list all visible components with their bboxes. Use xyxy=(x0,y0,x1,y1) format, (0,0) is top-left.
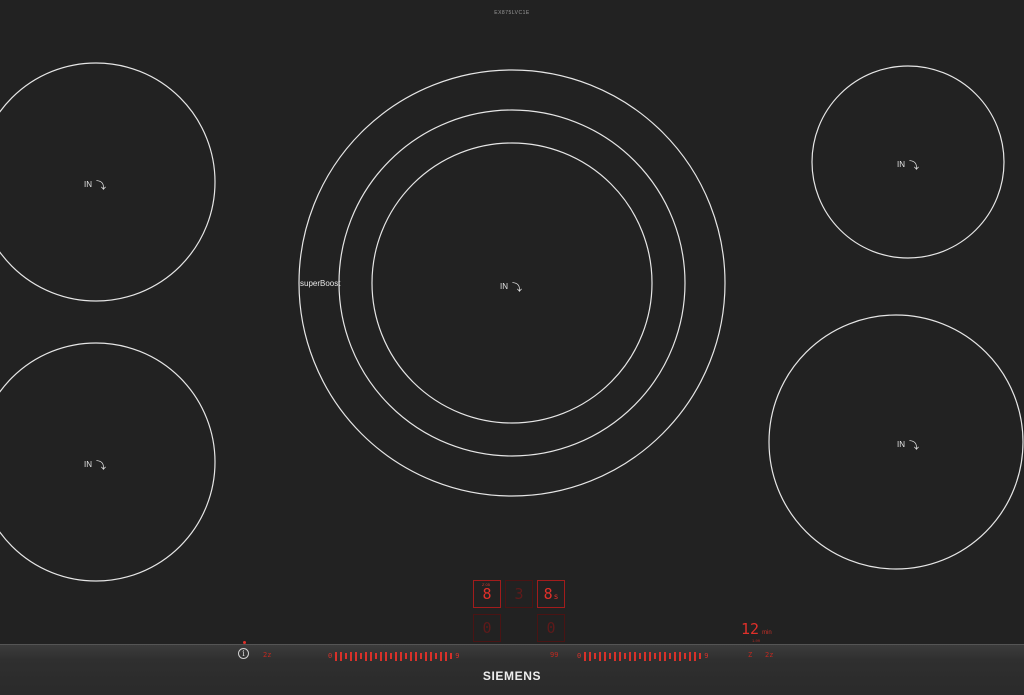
pan-detect-icon: ⤵ xyxy=(96,461,106,472)
pan-detect-icon: ⤵ xyxy=(909,441,919,452)
slider-tick xyxy=(400,651,403,661)
slider-tick xyxy=(634,651,637,661)
slider-ticks xyxy=(584,651,702,661)
power-display-left-lower: 0 xyxy=(473,614,501,642)
slider-tick xyxy=(450,653,453,659)
pan-detect-icon: ⤵ xyxy=(909,161,919,172)
right-small-control-a[interactable]: Z xyxy=(748,651,752,659)
right-power-slider[interactable]: 0 9 xyxy=(574,650,711,662)
power-display-middle: 3 xyxy=(505,580,533,608)
slider-tick xyxy=(654,653,657,659)
slider-tick xyxy=(604,651,607,661)
zone-label-text: IN xyxy=(500,282,508,291)
slider-tick xyxy=(599,651,602,661)
slider-tick xyxy=(395,651,398,661)
left-power-slider[interactable]: 0 9 xyxy=(325,650,462,662)
slider-tick xyxy=(385,651,388,661)
slider-tick xyxy=(415,651,418,661)
right-small-control-b[interactable]: 2z xyxy=(765,651,773,659)
slider-tick xyxy=(355,651,358,661)
slider-tick xyxy=(639,653,642,659)
slider-tick xyxy=(390,653,393,659)
slider-min-label: 0 xyxy=(328,652,333,660)
slider-tick xyxy=(345,653,348,659)
slider-tick xyxy=(674,651,677,661)
zone-ring-rear-left[interactable] xyxy=(0,62,216,302)
power-display-right: 8s xyxy=(537,580,565,608)
power-display-left: 8 xyxy=(473,580,501,608)
slider-max-label: 9 xyxy=(704,652,709,660)
slider-tick xyxy=(365,651,368,661)
slider-tick xyxy=(350,651,353,661)
slider-tick xyxy=(669,653,672,659)
slider-tick xyxy=(644,651,647,661)
slider-tick xyxy=(445,651,448,661)
zone-label-rear-right: IN ⤵ xyxy=(897,157,919,172)
slider-min-label: 0 xyxy=(577,652,582,660)
slider-ticks xyxy=(335,651,453,661)
slider-tick xyxy=(664,651,667,661)
zone-label-front-right: IN ⤵ xyxy=(897,437,919,452)
slider-tick xyxy=(335,651,338,661)
zone-ring-front-left[interactable] xyxy=(0,342,216,582)
info-indicator-dot xyxy=(243,641,246,644)
slider-tick xyxy=(360,653,363,659)
slider-tick xyxy=(410,651,413,661)
slider-tick xyxy=(370,651,373,661)
cooktop-surface: EX875LVC1E IN ⤵ IN ⤵ IN ⤵ IN ⤵ IN ⤵ supe… xyxy=(0,0,1024,695)
slider-tick xyxy=(649,651,652,661)
slider-tick xyxy=(614,651,617,661)
slider-tick xyxy=(420,653,423,659)
superboost-label: superBoost xyxy=(300,279,341,288)
slider-tick xyxy=(689,651,692,661)
middle-small-control[interactable]: 99 xyxy=(550,651,558,659)
slider-tick xyxy=(594,653,597,659)
zone-label-front-left: IN ⤵ xyxy=(84,457,106,472)
timer-range: 1-99 xyxy=(752,638,761,643)
timer-display: 12 min xyxy=(741,620,772,638)
slider-tick xyxy=(375,653,378,659)
slider-tick xyxy=(624,653,627,659)
zone-ring-front-right[interactable] xyxy=(768,314,1024,570)
zone-label-text: IN xyxy=(897,160,905,169)
slider-tick xyxy=(380,651,383,661)
slider-tick xyxy=(629,651,632,661)
slider-tick xyxy=(679,651,682,661)
slider-tick xyxy=(340,651,343,661)
display-suffix: s xyxy=(553,592,559,601)
left-small-control[interactable]: 2z xyxy=(263,651,271,659)
info-button[interactable]: i xyxy=(238,648,249,659)
slider-tick xyxy=(435,653,438,659)
slider-tick xyxy=(584,651,587,661)
zone-label-center: IN ⤵ xyxy=(500,279,522,294)
slider-tick xyxy=(684,653,687,659)
slider-tick xyxy=(694,651,697,661)
slider-tick xyxy=(405,653,408,659)
slider-tick xyxy=(659,651,662,661)
brand-logo: SIEMENS xyxy=(482,669,542,683)
zone-label-text: IN xyxy=(897,440,905,449)
zone-label-text: IN xyxy=(84,180,92,189)
power-display-right-lower: 0 xyxy=(537,614,565,642)
timer-unit: min xyxy=(762,630,772,636)
slider-tick xyxy=(609,653,612,659)
slider-tick xyxy=(430,651,433,661)
zone-label-rear-left: IN ⤵ xyxy=(84,177,106,192)
pan-detect-icon: ⤵ xyxy=(96,181,106,192)
slider-tick xyxy=(619,651,622,661)
slider-tick xyxy=(699,653,702,659)
slider-tick xyxy=(425,651,428,661)
slider-tick xyxy=(589,651,592,661)
zone-label-text: IN xyxy=(84,460,92,469)
info-icon: i xyxy=(242,649,245,658)
pan-detect-icon: ⤵ xyxy=(512,283,522,294)
slider-max-label: 9 xyxy=(455,652,460,660)
timer-value: 12 xyxy=(741,620,760,638)
slider-tick xyxy=(440,651,443,661)
